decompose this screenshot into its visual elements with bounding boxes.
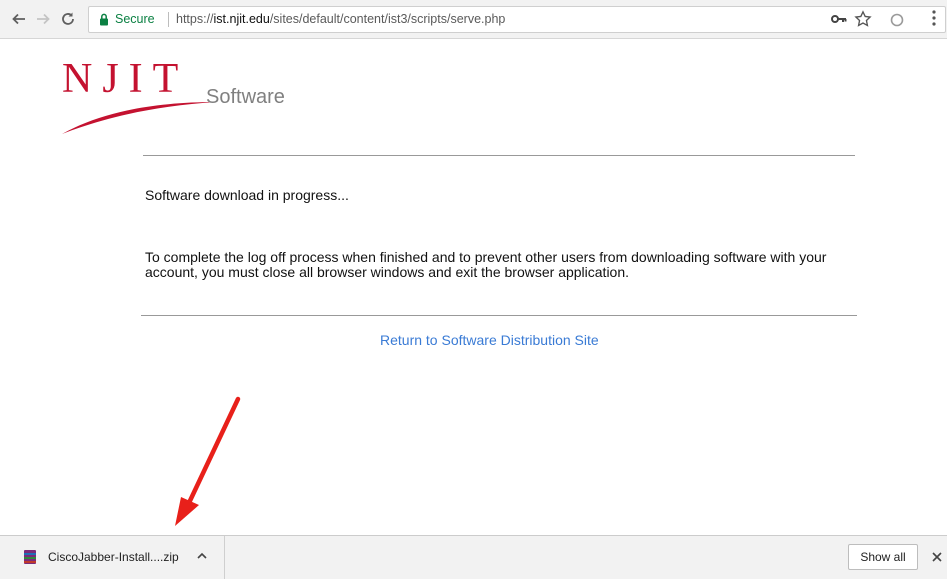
url-scheme: https:// bbox=[176, 12, 214, 26]
divider bbox=[141, 315, 857, 316]
forward-button[interactable] bbox=[33, 9, 53, 29]
arrow-left-icon bbox=[12, 13, 25, 25]
download-shelf: CiscoJabber-Install....zip Show all bbox=[0, 535, 947, 579]
menu-dots-icon[interactable] bbox=[931, 10, 937, 26]
logo-wordmark: NJIT bbox=[62, 56, 189, 102]
key-icon[interactable] bbox=[831, 12, 847, 26]
browser-toolbar: Secure https://ist.njit.edu/sites/defaul… bbox=[0, 0, 947, 39]
chevron-up-icon[interactable] bbox=[196, 551, 208, 561]
back-button[interactable] bbox=[9, 9, 29, 29]
download-status: Software download in progress... bbox=[145, 187, 349, 203]
reload-icon bbox=[62, 12, 74, 25]
secure-label: Secure bbox=[115, 12, 155, 26]
lock-icon bbox=[100, 13, 108, 26]
download-file-name: CiscoJabber-Install....zip bbox=[48, 550, 179, 564]
url-path: /sites/default/content/ist3/scripts/serv… bbox=[269, 12, 506, 26]
njit-logo: NJIT bbox=[58, 56, 218, 136]
address-separator bbox=[168, 12, 169, 27]
url-text[interactable]: https://ist.njit.edu/sites/default/conte… bbox=[176, 12, 505, 26]
reload-button[interactable] bbox=[58, 9, 78, 29]
download-item[interactable]: CiscoJabber-Install....zip bbox=[0, 536, 225, 579]
show-all-button[interactable]: Show all bbox=[848, 544, 918, 570]
arrow-right-icon bbox=[37, 13, 50, 25]
page-content: NJIT Software Software download in progr… bbox=[0, 40, 947, 535]
address-bar[interactable]: Secure https://ist.njit.edu/sites/defaul… bbox=[88, 6, 946, 33]
star-icon[interactable] bbox=[854, 10, 872, 28]
divider bbox=[143, 155, 855, 156]
page-title: Software bbox=[206, 86, 285, 108]
annotation-arrow-icon bbox=[175, 396, 241, 526]
logoff-notice: To complete the log off process when fin… bbox=[145, 249, 827, 280]
close-icon[interactable] bbox=[931, 551, 943, 563]
return-link[interactable]: Return to Software Distribution Site bbox=[380, 332, 599, 348]
extension-icon[interactable] bbox=[890, 13, 904, 27]
archive-file-icon bbox=[24, 550, 36, 564]
url-host: ist.njit.edu bbox=[213, 12, 270, 26]
